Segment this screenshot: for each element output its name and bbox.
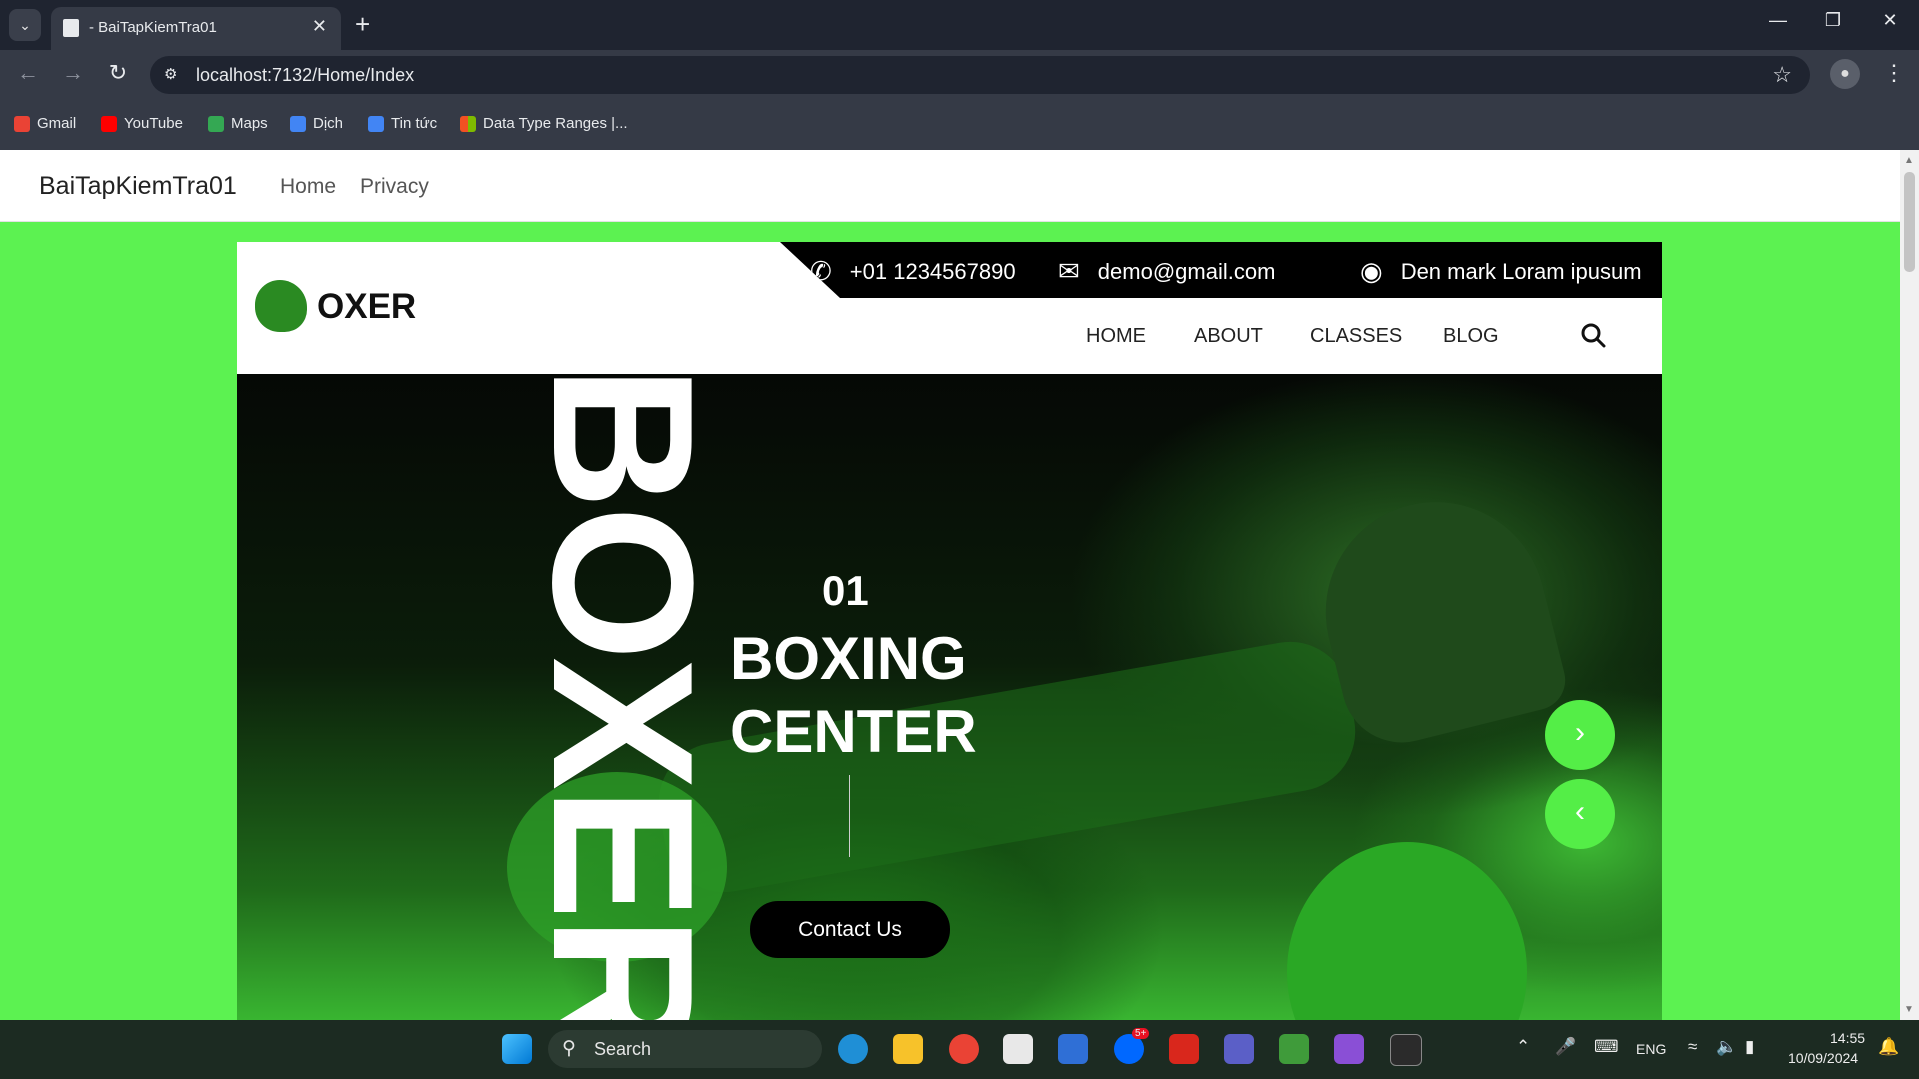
url-text[interactable]: localhost:7132/Home/Index [196,65,414,86]
volume-icon[interactable]: 🔈 [1716,1037,1737,1057]
bookmark-youtube[interactable]: YouTube [101,115,183,132]
microsoft-store-icon[interactable] [1003,1034,1033,1064]
windows-taskbar: ⚲ Search 5+ ⌃ 🎤 ⌨ ENG ≈ 🔈 ▮ 14:55 10/09/… [0,1020,1919,1079]
keyboard-icon[interactable]: ⌨ [1594,1037,1619,1057]
next-slide-button[interactable]: › [1545,700,1615,770]
app-brand[interactable]: BaiTapKiemTra01 [39,172,237,201]
youtube-icon [101,115,117,132]
translate-icon [290,115,306,132]
hero-section: OXER ✆ +01 1234567890 ✉ demo@gmail.com ◉… [237,242,1662,1020]
vertical-boxer-text: BOXER [511,365,734,1020]
scrollbar-thumb[interactable] [1904,172,1915,272]
site-nav-about[interactable]: ABOUT [1194,325,1263,348]
new-tab-button[interactable]: + [355,9,370,39]
nav-home-link[interactable]: Home [280,175,336,199]
clock-time[interactable]: 14:55 [1830,1030,1865,1046]
bookmark-gmail[interactable]: Gmail [14,115,76,132]
contact-us-button[interactable]: Contact Us [750,901,950,958]
zalo-badge: 5+ [1132,1028,1150,1039]
notepad-icon[interactable] [1279,1034,1309,1064]
maps-icon [208,115,224,132]
address-bar[interactable]: ⚙ localhost:7132/Home/Index ☆ [150,56,1810,94]
boxing-glove-shape [1287,842,1527,1020]
slide-number: 01 [822,567,869,614]
site-nav-classes[interactable]: CLASSES [1310,325,1402,348]
visual-studio-icon[interactable] [1334,1034,1364,1064]
chrome-icon[interactable] [949,1034,979,1064]
bookmark-star-icon[interactable]: ☆ [1772,62,1792,88]
hero-title: BOXING CENTER [730,625,977,765]
close-window-button[interactable]: ✕ [1870,10,1910,31]
scroll-down-arrow-icon[interactable]: ▼ [1904,1004,1914,1015]
search-icon: ⚲ [562,1038,576,1059]
site-logo[interactable]: OXER [237,242,547,354]
start-button[interactable] [502,1034,532,1064]
boxing-glove-icon [255,280,307,332]
remote-app-icon[interactable] [1058,1034,1088,1064]
clock-date[interactable]: 10/09/2024 [1788,1050,1858,1066]
contact-address[interactable]: ◉ Den mark Loram ipusum [1360,256,1642,287]
forward-button[interactable]: → [58,60,88,86]
microsoft-icon [460,115,476,132]
news-icon [368,115,384,132]
bookmark-maps[interactable]: Maps [208,115,268,132]
scroll-up-arrow-icon[interactable]: ▲ [1904,155,1914,166]
battery-icon[interactable]: ▮ [1745,1037,1754,1057]
app-navbar: BaiTapKiemTra01 Home Privacy [0,150,1900,222]
language-indicator[interactable]: ENG [1636,1041,1666,1057]
terminal-icon[interactable] [1390,1034,1422,1066]
nav-privacy-link[interactable]: Privacy [360,175,429,199]
gmail-icon [14,115,30,132]
search-icon[interactable] [1580,322,1606,348]
bookmark-data-type-ranges[interactable]: Data Type Ranges |... [460,115,628,132]
bookmarks-bar: Gmail YouTube Maps Dịch Tin tức Data Typ… [0,100,1919,150]
page-favicon-icon [63,19,79,37]
wifi-icon[interactable]: ≈ [1688,1037,1697,1057]
browser-menu-icon[interactable]: ⋮ [1883,60,1905,86]
browser-toolbar: ← → ↻ ⚙ localhost:7132/Home/Index ☆ ● ⋮ [0,50,1919,100]
show-hidden-icons-icon[interactable]: ⌃ [1516,1037,1530,1057]
reload-button[interactable]: ↻ [103,60,133,86]
back-button[interactable]: ← [13,60,43,86]
prev-slide-button[interactable]: ‹ [1545,779,1615,849]
logo-text: OXER [317,287,417,326]
contact-bar: ✆ +01 1234567890 ✉ demo@gmail.com ◉ Den … [780,242,1662,298]
microphone-muted-icon[interactable]: 🎤 [1555,1037,1576,1057]
contact-phone[interactable]: ✆ +01 1234567890 [810,256,1016,287]
site-nav-blog[interactable]: BLOG [1443,325,1499,348]
contact-email[interactable]: ✉ demo@gmail.com [1058,256,1275,287]
browser-tab-bar: ⌄ - BaiTapKiemTra01 ✕ + — ❐ ✕ [0,0,1919,50]
taskbar-search[interactable]: ⚲ Search [548,1030,822,1068]
location-pin-icon: ◉ [1360,256,1383,286]
profile-avatar[interactable]: ● [1830,59,1860,89]
tab-search-button[interactable]: ⌄ [9,9,41,41]
mail-icon: ✉ [1058,256,1080,286]
restore-button[interactable]: ❐ [1813,10,1853,31]
close-tab-icon[interactable]: ✕ [312,16,327,37]
site-settings-icon[interactable]: ⚙ [164,65,184,85]
hero-divider [849,775,850,857]
wps-office-icon[interactable] [1169,1034,1199,1064]
bookmark-news[interactable]: Tin tức [368,115,437,132]
page-scrollbar[interactable]: ▲ ▼ [1900,150,1919,1020]
teams-icon[interactable] [1224,1034,1254,1064]
browser-tab[interactable]: - BaiTapKiemTra01 ✕ [51,7,341,50]
notification-bell-icon[interactable]: 🔔 [1878,1037,1899,1057]
edge-icon[interactable] [838,1034,868,1064]
file-explorer-icon[interactable] [893,1034,923,1064]
site-nav-home[interactable]: HOME [1086,325,1146,348]
bookmark-dich[interactable]: Dịch [290,115,343,132]
minimize-button[interactable]: — [1758,10,1798,31]
tab-title: - BaiTapKiemTra01 [89,19,217,36]
